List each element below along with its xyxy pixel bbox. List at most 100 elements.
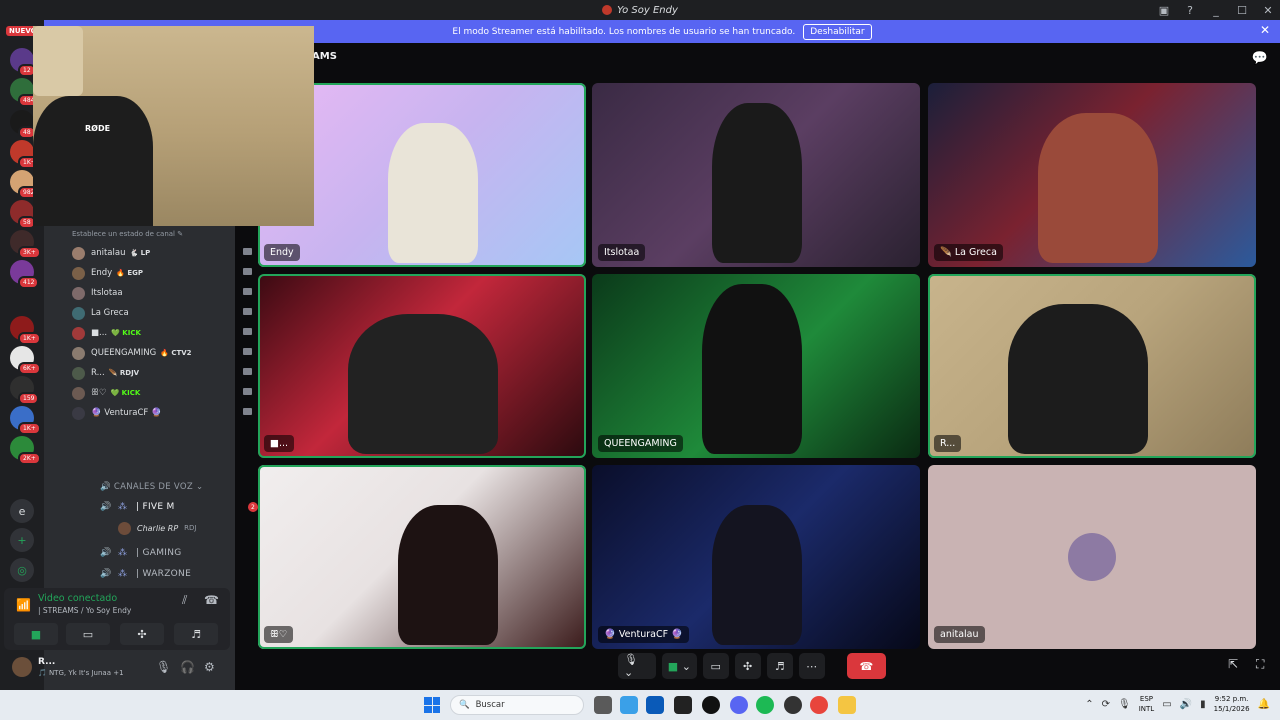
video-tile[interactable]: Itslotaa	[592, 83, 920, 267]
server-mention-badge: 3K+	[18, 246, 41, 259]
video-tile[interactable]: ꕥ♡	[258, 465, 586, 649]
avatar	[72, 406, 85, 420]
avatar	[118, 521, 131, 535]
avatar	[72, 266, 85, 280]
settings-gear-icon[interactable]: ⚙	[204, 660, 215, 674]
member-tag: 🪶 RDJV	[108, 369, 140, 377]
chat-bubble-icon[interactable]: 💬	[1252, 51, 1268, 66]
noise-suppression-icon[interactable]: ⫽	[182, 593, 187, 608]
server-letter-icon[interactable]: e	[10, 499, 34, 523]
discord-window: Yo Soy Endy ▣ ? _ ☐ ✕ El modo Streamer e…	[0, 0, 1280, 720]
camera-button[interactable]: ■	[14, 623, 58, 645]
obs-icon[interactable]	[784, 696, 802, 714]
avatar	[72, 386, 85, 400]
voice-channel[interactable]: 🔊 ⁂ | GAMING	[100, 543, 270, 563]
help-icon[interactable]: ?	[1182, 2, 1198, 18]
picture-in-picture-video[interactable]: RØDE	[33, 26, 314, 226]
pip-background-frame	[33, 26, 83, 96]
store-icon[interactable]	[646, 696, 664, 714]
disconnect-icon[interactable]: ☎	[204, 593, 219, 607]
server-mention-badge: 2K+	[18, 452, 41, 465]
camera-icon	[243, 368, 252, 375]
video-tile[interactable]: ■...	[258, 274, 586, 458]
chrome-icon[interactable]	[810, 696, 828, 714]
headphones-icon[interactable]: 🎧	[180, 660, 195, 674]
maximize-button[interactable]: ☐	[1234, 2, 1250, 18]
screenshare-button[interactable]: ▭	[702, 653, 729, 679]
avatar	[72, 286, 85, 300]
minimize-button[interactable]: _	[1208, 2, 1224, 18]
voice-member[interactable]: Endy 🔥 EGP	[72, 263, 252, 283]
avatar[interactable]	[12, 657, 32, 677]
voice-member[interactable]: anitalau 🐇 LP	[72, 243, 252, 263]
signal-icon: 📶	[16, 598, 31, 612]
channel-status-hint[interactable]: Establece un estado de canal ✎	[72, 230, 183, 238]
user-name[interactable]: R...	[38, 657, 55, 667]
voice-channel[interactable]: 🔊 ⁂ | FIVE M 2	[100, 497, 270, 517]
camera-icon: ■	[667, 659, 679, 673]
voice-member[interactable]: La Greca	[72, 303, 252, 323]
discover-icon[interactable]: ◎	[10, 558, 34, 582]
start-button[interactable]	[424, 697, 440, 713]
popout-icon[interactable]: ⇱	[1228, 657, 1238, 671]
soundboard-button[interactable]: ♬	[174, 623, 218, 645]
terminal-icon[interactable]	[674, 696, 692, 714]
task-view-icon[interactable]	[594, 696, 612, 714]
close-window-button[interactable]: ✕	[1260, 2, 1276, 18]
activities-button[interactable]: ✣	[120, 623, 164, 645]
video-tile[interactable]: 🪶 La Greca	[928, 83, 1256, 267]
volume-icon[interactable]: 🔊	[1180, 699, 1192, 710]
camera-toggle[interactable]: ■ ⌄	[662, 653, 697, 679]
activities-button[interactable]: ✣	[734, 653, 761, 679]
discord-icon[interactable]	[730, 696, 748, 714]
microphone-toggle[interactable]: 🎙 ⌄	[618, 653, 657, 679]
stage-title: AMS	[312, 51, 337, 62]
voice-member[interactable]: 🔮 VenturaCF 🔮	[72, 403, 252, 423]
search-box[interactable]: 🔍 Buscar	[450, 695, 584, 715]
camera-icon	[243, 288, 252, 295]
fullscreen-icon[interactable]: ⛶	[1256, 657, 1264, 672]
disable-streamer-button[interactable]: Deshabilitar	[803, 23, 872, 40]
voice-member[interactable]: Itslotaa	[72, 283, 252, 303]
monitor-icon[interactable]: ▭	[1162, 699, 1171, 710]
video-tile[interactable]: 🔮 VenturaCF 🔮	[592, 465, 920, 649]
network-icon[interactable]: ⟳	[1102, 699, 1110, 710]
video-tile[interactable]: QUEENGAMING	[592, 274, 920, 458]
add-server-icon[interactable]: +	[10, 528, 34, 552]
copilot-icon[interactable]	[620, 696, 638, 714]
voice-channel-path[interactable]: | STREAMS / Yo Soy Endy	[38, 606, 131, 615]
voice-channel[interactable]: 🔊 ⁂ | WARZONE	[100, 564, 270, 584]
camera-icon	[243, 388, 252, 395]
more-options-button[interactable]: ⋯	[798, 653, 825, 679]
server-mention-badge: 1K+	[18, 422, 41, 435]
chevron-up-icon[interactable]: ⌃	[1085, 699, 1093, 710]
system-tray: ⌃ ⟳ 🎙 ESP INTL ▭ 🔊 ▮ 9:52 p.m. 15/1/2026 🔔	[1085, 694, 1270, 714]
screenshare-button[interactable]: ▭	[66, 623, 110, 645]
clock[interactable]: 9:52 p.m. 15/1/2026	[1214, 694, 1250, 714]
voice-member[interactable]: ꕥ♡ 💚 KICK	[72, 383, 252, 403]
notifications-icon[interactable]: 🔔	[1258, 699, 1270, 710]
camera-icon	[243, 348, 252, 355]
inbox-icon[interactable]: ▣	[1156, 2, 1172, 18]
end-call-button[interactable]: ☎	[846, 653, 886, 679]
voice-member[interactable]: ■... 💚 KICK	[72, 323, 252, 343]
battery-icon[interactable]: ▮	[1200, 699, 1206, 710]
close-icon[interactable]: ✕	[1260, 23, 1270, 37]
member-name: ■...	[91, 328, 108, 338]
microphone-icon[interactable]: 🎙	[156, 660, 171, 674]
video-tile[interactable]: R...	[928, 274, 1256, 458]
file-explorer-icon[interactable]	[838, 696, 856, 714]
voice-status[interactable]: Video conectado	[38, 593, 117, 604]
voice-member[interactable]: Charlie RP RDJ	[118, 518, 273, 538]
soundboard-button[interactable]: ♬	[766, 653, 793, 679]
video-tile[interactable]: anitalau	[928, 465, 1256, 649]
app-icon[interactable]	[702, 696, 720, 714]
voice-member[interactable]: QUEENGAMING 🔥 CTV2	[72, 343, 252, 363]
microphone-tray-icon[interactable]: 🎙	[1118, 699, 1131, 710]
spotify-icon[interactable]	[756, 696, 774, 714]
member-tag: 🐇 LP	[129, 249, 151, 257]
voice-member[interactable]: R... 🪶 RDJV	[72, 363, 252, 383]
voice-category-header[interactable]: 🔊 CANALES DE VOZ ⌄	[100, 482, 203, 492]
server-mention-badge: 6K+	[18, 362, 41, 375]
language-indicator[interactable]: ESP INTL	[1139, 694, 1154, 714]
